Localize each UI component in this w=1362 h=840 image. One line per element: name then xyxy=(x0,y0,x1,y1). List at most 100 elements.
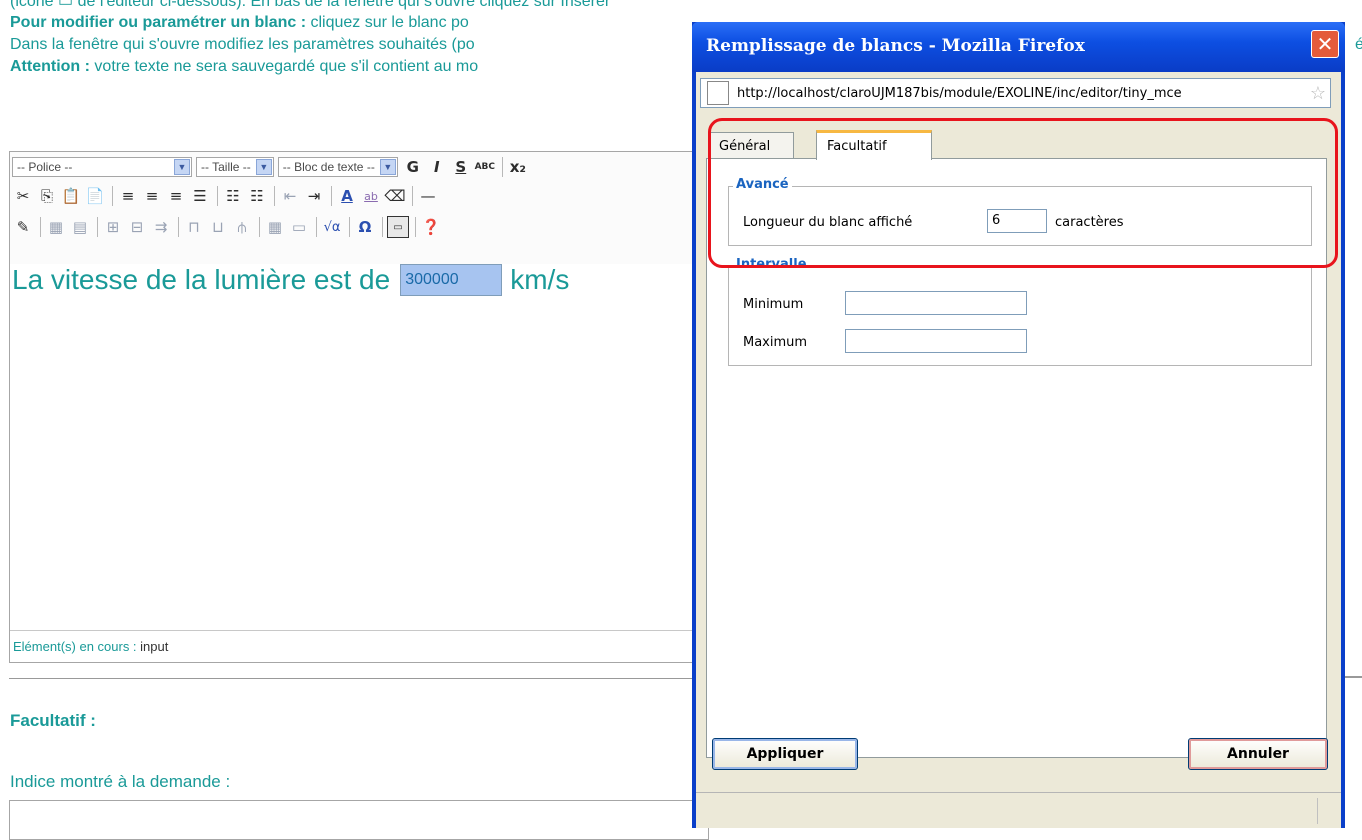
maximum-label: Maximum xyxy=(743,335,808,350)
toolbar-separator xyxy=(412,186,413,206)
chevron-down-icon[interactable]: ▼ xyxy=(379,159,396,175)
split-cells-icon[interactable]: ⊔ xyxy=(207,216,229,238)
outdent-icon[interactable]: ⇤ xyxy=(279,185,301,207)
toolbar-separator xyxy=(112,186,113,206)
status-label: Elément(s) en cours : xyxy=(13,639,141,654)
url-text[interactable]: http://localhost/claroUJM187bis/module/E… xyxy=(737,86,1306,101)
toolbar-separator xyxy=(501,157,503,177)
layout-icon[interactable]: ▭ xyxy=(288,216,310,238)
spellcheck-icon[interactable]: ABC xyxy=(474,156,496,178)
special-char-icon[interactable]: Ω xyxy=(354,216,376,238)
table-icon[interactable]: ▦ xyxy=(45,216,67,238)
insert-row-icon[interactable]: ⊞ xyxy=(102,216,124,238)
toolbar-row-2: ✂ ⎘ 📋 📄 ≡ ≡ ≡ ☰ ☷ ☷ ⇤ ⇥ A ab ⌫ — xyxy=(12,183,441,209)
horizontal-rule-icon[interactable]: — xyxy=(417,185,439,207)
instructions-cut-line: (icône ▭ de l'éditeur ci-dessous). En ba… xyxy=(10,0,611,10)
toolbar-separator xyxy=(316,217,317,237)
toolbar-row-3: ✎ ▦ ▤ ⊞ ⊟ ⇉ ⊓ ⊔ ⫛ ▦ ▭ √α Ω ▭ ❓ xyxy=(12,214,444,240)
status-value: input xyxy=(140,639,169,654)
editor-toolbar: -- Police -- ▼ -- Taille -- ▼ -- Bloc de t… xyxy=(10,152,708,264)
resize-grip-icon[interactable] xyxy=(1317,798,1337,824)
toolbar-separator xyxy=(97,217,98,237)
size-select-label: -- Taille -- xyxy=(201,160,251,174)
italic-icon[interactable]: I xyxy=(426,156,448,178)
browser-status-bar xyxy=(696,792,1341,828)
highlight-color-icon[interactable]: ab xyxy=(360,185,382,207)
insert-col-icon[interactable]: ⇉ xyxy=(150,216,172,238)
toolbar-separator xyxy=(415,217,416,237)
instruction-text: cliquez sur le blanc po xyxy=(306,14,469,31)
table-props-icon[interactable]: ▤ xyxy=(69,216,91,238)
instruction-line-modify: Pour modifier ou paramétrer un blanc : c… xyxy=(10,14,469,32)
align-left-icon[interactable]: ≡ xyxy=(117,185,139,207)
formula-icon[interactable]: √α xyxy=(321,216,343,238)
text-color-icon[interactable]: A xyxy=(336,185,358,207)
right-text-sliver: é xyxy=(1355,36,1362,53)
copy-icon[interactable]: ⎘ xyxy=(36,185,58,207)
block-select-label: -- Bloc de texte -- xyxy=(282,160,375,174)
indent-icon[interactable]: ⇥ xyxy=(303,185,325,207)
apply-button[interactable]: Appliquer xyxy=(712,738,858,770)
instruction-line-attention: Attention : votre texte ne sera sauvegar… xyxy=(10,58,478,76)
cancel-button[interactable]: Annuler xyxy=(1188,738,1328,770)
toolbar-separator xyxy=(259,217,260,237)
toolbar-separator xyxy=(274,186,275,206)
minimum-label: Minimum xyxy=(743,297,804,312)
content-sentence: La vitesse de la lumière est de xyxy=(12,264,391,295)
eraser-icon[interactable]: ⌫ xyxy=(384,185,406,207)
blank-field[interactable]: 300000 xyxy=(400,264,503,296)
align-justify-icon[interactable]: ☰ xyxy=(189,185,211,207)
url-bar[interactable]: http://localhost/claroUJM187bis/module/E… xyxy=(700,78,1331,108)
insert-blank-icon[interactable]: ▭ xyxy=(387,216,409,238)
window-title: Remplissage de blancs - Mozilla Firefox xyxy=(706,36,1085,56)
attention-bold: Attention : xyxy=(10,58,90,75)
facultatif-heading: Facultatif : xyxy=(10,711,96,730)
merge-cells-icon[interactable]: ⊓ xyxy=(183,216,205,238)
hint-label: Indice montré à la demande : xyxy=(10,772,231,791)
block-select[interactable]: -- Bloc de texte -- ▼ xyxy=(277,157,398,177)
rich-text-editor[interactable]: -- Police -- ▼ -- Taille -- ▼ -- Bloc de t… xyxy=(9,151,709,663)
toolbar-separator xyxy=(217,186,218,206)
window-titlebar[interactable]: Remplissage de blancs - Mozilla Firefox … xyxy=(692,22,1345,72)
font-select-label: -- Police -- xyxy=(17,160,73,174)
toolbar-separator xyxy=(331,186,332,206)
subscript-icon[interactable]: x₂ xyxy=(507,156,529,178)
instruction-bold: Pour modifier ou paramétrer un blanc : xyxy=(10,14,307,31)
close-button[interactable]: ✕ xyxy=(1311,30,1339,58)
divider xyxy=(9,678,709,679)
editor-content[interactable]: La vitesse de la lumière est de 300000 k… xyxy=(12,264,569,296)
bullet-list-icon[interactable]: ☷ xyxy=(222,185,244,207)
delete-row-icon[interactable]: ⊟ xyxy=(126,216,148,238)
toolbar-separator xyxy=(349,217,350,237)
align-right-icon[interactable]: ≡ xyxy=(165,185,187,207)
divider xyxy=(1342,676,1362,678)
toolbar-row-1: -- Police -- ▼ -- Taille -- ▼ -- Bloc de t… xyxy=(12,154,531,180)
content-unit: km/s xyxy=(510,264,570,295)
paste-word-icon[interactable]: 📄 xyxy=(84,185,106,207)
maximum-input[interactable] xyxy=(845,329,1027,353)
page-icon xyxy=(707,81,729,105)
grid-icon[interactable]: ▦ xyxy=(264,216,286,238)
size-select[interactable]: -- Taille -- ▼ xyxy=(196,157,274,177)
numbered-list-icon[interactable]: ☷ xyxy=(246,185,268,207)
toolbar-separator xyxy=(178,217,179,237)
interval-fieldset: Intervalle Minimum Maximum xyxy=(728,257,1312,366)
hint-textarea[interactable] xyxy=(9,800,709,840)
paste-icon[interactable]: 📋 xyxy=(60,185,82,207)
bold-icon[interactable]: G xyxy=(402,156,424,178)
toolbar-separator xyxy=(40,217,41,237)
font-select[interactable]: -- Police -- ▼ xyxy=(12,157,192,177)
chevron-down-icon[interactable]: ▼ xyxy=(174,159,190,175)
attention-text: votre texte ne sera sauvegardé que s'il … xyxy=(89,58,479,75)
strikethrough-icon[interactable]: S xyxy=(450,156,472,178)
minimum-input[interactable] xyxy=(845,291,1027,315)
cell-props-icon[interactable]: ⫛ xyxy=(231,216,253,238)
chevron-down-icon[interactable]: ▼ xyxy=(255,159,272,175)
annotation-highlight xyxy=(708,118,1338,268)
align-center-icon[interactable]: ≡ xyxy=(141,185,163,207)
edit-icon[interactable]: ✎ xyxy=(12,216,34,238)
instruction-line-window: Dans la fenêtre qui s'ouvre modifiez les… xyxy=(10,36,475,53)
cut-icon[interactable]: ✂ xyxy=(12,185,34,207)
bookmark-star-icon[interactable]: ☆ xyxy=(1306,83,1330,104)
help-icon[interactable]: ❓ xyxy=(420,216,442,238)
